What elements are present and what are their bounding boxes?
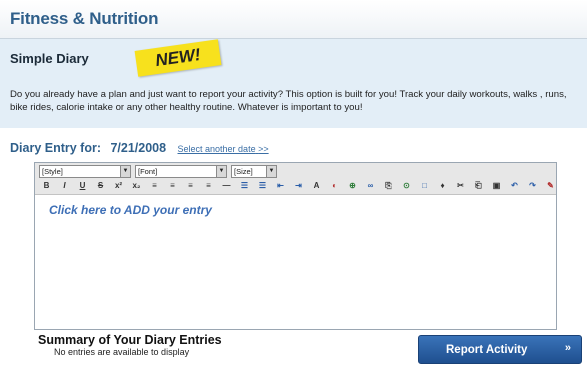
paste-text-button[interactable]: ▣ — [489, 179, 504, 193]
italic-button[interactable]: I — [57, 179, 72, 193]
style-select[interactable]: [Style] ▼ — [39, 164, 131, 178]
chevron-down-icon: ▼ — [120, 165, 130, 177]
simple-diary-panel: Simple Diary NEW! Do you already have a … — [0, 39, 587, 128]
subscript-button[interactable]: x₂ — [129, 179, 144, 193]
undo-button[interactable]: ↶ — [507, 179, 522, 193]
diary-description: Do you already have a plan and just want… — [10, 89, 567, 113]
entry-date: 7/21/2008 — [110, 141, 167, 155]
highlight-color-button[interactable]: ◐ — [327, 179, 342, 193]
summary-empty-text: No entries are available to display — [54, 347, 190, 357]
insert-image-button[interactable]: ⊙ — [399, 179, 414, 193]
size-select-value: [Size] — [234, 166, 253, 176]
ordered-list-button[interactable]: ☰ — [237, 179, 252, 193]
rich-text-editor: [Style] ▼ [Font] ▼ [Size] ▼ B I U S x² x… — [34, 162, 557, 330]
unordered-list-button[interactable]: ☰ — [255, 179, 270, 193]
summary-title: Summary of Your Diary Entries — [38, 333, 222, 347]
report-activity-button[interactable]: Report Activity » — [418, 335, 582, 364]
page-title: Fitness & Nutrition — [10, 9, 159, 28]
unlink-button[interactable]: ∞ — [363, 179, 378, 193]
add-entry-prompt[interactable]: Click here to ADD your entry — [49, 203, 212, 217]
diary-entry-header: Diary Entry for: 7/21/2008 Select anothe… — [10, 139, 269, 155]
font-select-value: [Font] — [138, 166, 158, 176]
editor-content-area[interactable]: Click here to ADD your entry — [35, 195, 556, 329]
font-color-button[interactable]: A — [309, 179, 324, 193]
size-select[interactable]: [Size] ▼ — [231, 164, 277, 178]
select-another-date-link[interactable]: Select another date >> — [178, 144, 269, 154]
toolbar-select-row: [Style] ▼ [Font] ▼ [Size] ▼ — [39, 164, 277, 178]
insert-link-button[interactable]: ⊕ — [345, 179, 360, 193]
chevron-down-icon: ▼ — [266, 165, 276, 177]
fitness-nutrition-page: Fitness & Nutrition Simple Diary NEW! Do… — [0, 0, 587, 369]
superscript-button[interactable]: x² — [111, 179, 126, 193]
cut-button[interactable]: ✂ — [453, 179, 468, 193]
spellcheck-button[interactable]: ✎ — [543, 179, 558, 193]
strikethrough-button[interactable]: S — [93, 179, 108, 193]
insert-table-button[interactable]: □ — [417, 179, 432, 193]
align-center-button[interactable]: ≡ — [165, 179, 180, 193]
copy-button[interactable]: ⎗ — [471, 179, 486, 193]
editor-toolbar: [Style] ▼ [Font] ▼ [Size] ▼ B I U S x² x… — [35, 163, 556, 195]
outdent-button[interactable]: ⇤ — [273, 179, 288, 193]
horizontal-rule-button[interactable]: — — [219, 179, 234, 193]
double-chevron-right-icon: » — [564, 342, 571, 354]
justify-button[interactable]: ≡ — [201, 179, 216, 193]
paste-button[interactable]: ⎘ — [381, 179, 396, 193]
underline-button[interactable]: U — [75, 179, 90, 193]
align-left-button[interactable]: ≡ — [147, 179, 162, 193]
align-right-button[interactable]: ≡ — [183, 179, 198, 193]
font-select[interactable]: [Font] ▼ — [135, 164, 227, 178]
entry-label: Diary Entry for: — [10, 141, 101, 155]
new-badge: NEW! — [134, 39, 222, 77]
special-character-button[interactable]: ♦ — [435, 179, 450, 193]
page-header: Fitness & Nutrition — [0, 0, 587, 39]
style-select-value: [Style] — [42, 166, 63, 176]
link-arrow-icon: >> — [258, 144, 269, 154]
redo-button[interactable]: ↷ — [525, 179, 540, 193]
toolbar-button-row: B I U S x² x₂ ≡ ≡ ≡ ≡ — ☰ ☰ ⇤ ⇥ A ◐ ⊕ ∞ … — [39, 179, 558, 192]
chevron-down-icon: ▼ — [216, 165, 226, 177]
select-another-date-text: Select another date — [177, 144, 256, 154]
report-activity-label: Report Activity — [446, 343, 528, 356]
section-subtitle: Simple Diary — [10, 51, 89, 66]
bold-button[interactable]: B — [39, 179, 54, 193]
indent-button[interactable]: ⇥ — [291, 179, 306, 193]
